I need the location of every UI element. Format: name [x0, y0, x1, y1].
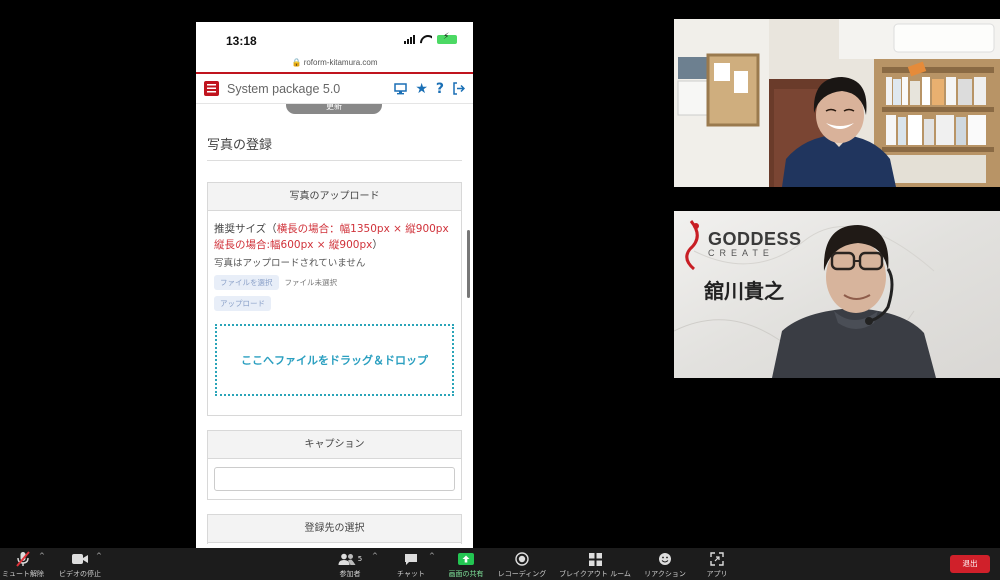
page-content[interactable]: 更新 写真の登録 写真のアップロード 推奨サイズ（横長の場合：幅1350px ×…: [196, 104, 473, 544]
star-icon[interactable]: ★: [415, 81, 428, 97]
participants-count: 5: [357, 555, 363, 563]
participants-button[interactable]: 5 参加者: [332, 551, 368, 579]
chat-button[interactable]: チャット: [394, 551, 428, 579]
app-header: System package 5.0 ★ ?: [196, 72, 473, 104]
logout-icon[interactable]: [452, 82, 465, 95]
chat-caret[interactable]: ^: [429, 552, 435, 560]
destination-card-header: 登録先の選択: [208, 515, 461, 543]
video-options-caret[interactable]: ^: [96, 552, 102, 560]
share-screen-button[interactable]: 画面の共有: [444, 551, 488, 579]
participant-display-name: 舘川貴之: [704, 279, 784, 303]
caption-input[interactable]: [214, 467, 455, 491]
record-icon: [494, 551, 550, 567]
brand-logo: GODDESS CREATE: [708, 229, 802, 258]
scrollbar[interactable]: [467, 230, 470, 298]
participants-caret[interactable]: ^: [372, 552, 378, 560]
video-frame-office: [674, 19, 1000, 187]
drop-zone[interactable]: ここへファイルをドラッグ＆ドロップ: [215, 324, 454, 396]
breakout-rooms-icon: [556, 551, 634, 567]
share-screen-icon: [444, 551, 488, 567]
no-file-text: ファイル未選択: [284, 278, 338, 287]
update-button[interactable]: 更新: [286, 104, 382, 114]
upload-button[interactable]: アップロード: [214, 296, 271, 311]
brand-main: GODDESS: [708, 229, 802, 249]
choose-file-button[interactable]: ファイルを選択: [214, 275, 279, 290]
battery-icon: [437, 32, 457, 44]
reactions-button[interactable]: リアクション: [640, 551, 690, 579]
upload-card: 写真のアップロード 推奨サイズ（横長の場合：幅1350px × 縦900px 縦…: [207, 182, 462, 416]
help-icon[interactable]: ?: [436, 81, 444, 97]
section-divider: [207, 160, 462, 161]
participants-icon: 5: [332, 551, 368, 567]
monitor-icon[interactable]: [394, 82, 408, 95]
chat-icon: [394, 551, 428, 567]
status-time: 13:18: [226, 34, 257, 48]
participant-video-2[interactable]: GODDESS CREATE 舘川貴之: [674, 211, 1000, 378]
signal-icon: [404, 35, 415, 44]
url-text: roform-kitamura.com: [303, 58, 378, 67]
apps-icon: [700, 551, 734, 567]
audio-options-caret[interactable]: ^: [39, 552, 45, 560]
leave-meeting-button[interactable]: 退出: [950, 555, 990, 573]
reaction-smiley-icon: [640, 551, 690, 567]
destination-card: 登録先の選択: [207, 514, 462, 544]
app-title: System package 5.0: [227, 81, 341, 96]
breakout-rooms-button[interactable]: ブレイクアウト ルーム: [556, 551, 634, 579]
participant-video-1[interactable]: [674, 19, 1000, 187]
meeting-toolbar: ミュート解除 ^ ビデオの停止 ^ 5 参加者 ^ チャット ^ 画面の共有 レ…: [0, 548, 1000, 580]
url-bar[interactable]: 🔒 roform-kitamura.com: [196, 58, 473, 70]
recommended-size: 推奨サイズ（横長の場合：幅1350px × 縦900px 縦長の場合:幅600p…: [214, 223, 449, 251]
status-bar: 13:18: [196, 22, 473, 58]
caption-card: キャプション: [207, 430, 462, 500]
shared-phone-screen: 13:18 🔒 roform-kitamura.com System packa…: [196, 22, 473, 548]
record-button[interactable]: レコーディング: [494, 551, 550, 579]
menu-icon[interactable]: [204, 81, 219, 96]
no-photo-text: 写真はアップロードされていません: [214, 258, 366, 269]
caption-card-header: キャプション: [208, 431, 461, 459]
wifi-icon: [420, 35, 432, 44]
upload-card-header: 写真のアップロード: [208, 183, 461, 211]
section-title: 写真の登録: [207, 138, 273, 153]
apps-button[interactable]: アプリ: [700, 551, 734, 579]
